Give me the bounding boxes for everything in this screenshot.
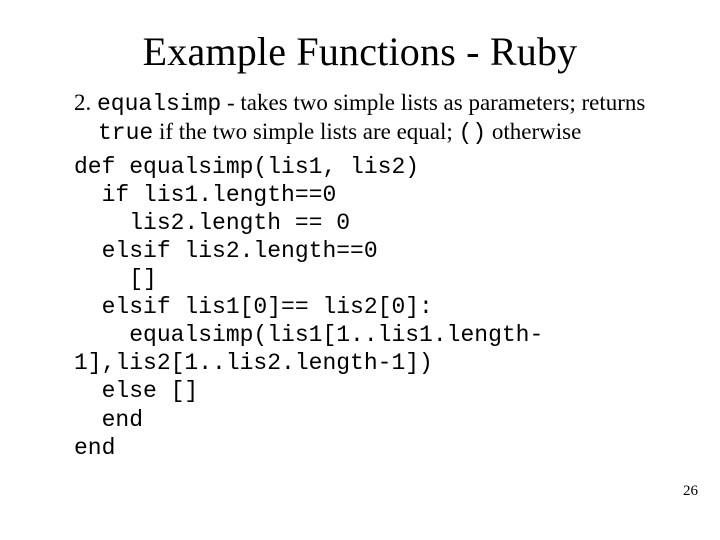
- code-line: else []: [74, 378, 198, 404]
- function-description: 2. equalsimp - takes two simple lists as…: [60, 89, 660, 147]
- slide: Example Functions - Ruby 2. equalsimp - …: [0, 0, 720, 540]
- slide-body: 2. equalsimp - takes two simple lists as…: [60, 89, 660, 462]
- code-line: 1],lis2[1..lis2.length-1]): [74, 350, 433, 376]
- item-number: 2.: [74, 90, 91, 115]
- code-line: if lis1.length==0: [74, 182, 336, 208]
- code-line: lis2.length == 0: [74, 210, 350, 236]
- code-line: []: [74, 266, 157, 292]
- code-line: equalsimp(lis1[1..lis1.length-: [74, 322, 543, 348]
- code-line: end: [74, 435, 115, 461]
- slide-title: Example Functions - Ruby: [60, 28, 660, 75]
- desc-text-1: - takes two simple lists as parameters; …: [221, 90, 645, 115]
- code-line: end: [74, 407, 143, 433]
- code-line: def equalsimp(lis1, lis2): [74, 154, 419, 180]
- literal-true: true: [98, 120, 153, 146]
- code-line: elsif lis1[0]== lis2[0]:: [74, 294, 433, 320]
- page-number: 26: [683, 483, 698, 500]
- code-block: def equalsimp(lis1, lis2) if lis1.length…: [60, 153, 660, 462]
- desc-text-3: otherwise: [486, 119, 581, 144]
- code-line: elsif lis2.length==0: [74, 238, 378, 264]
- literal-unit: (): [459, 120, 487, 146]
- desc-text-2: if the two simple lists are equal;: [153, 119, 458, 144]
- function-name: equalsimp: [97, 91, 221, 117]
